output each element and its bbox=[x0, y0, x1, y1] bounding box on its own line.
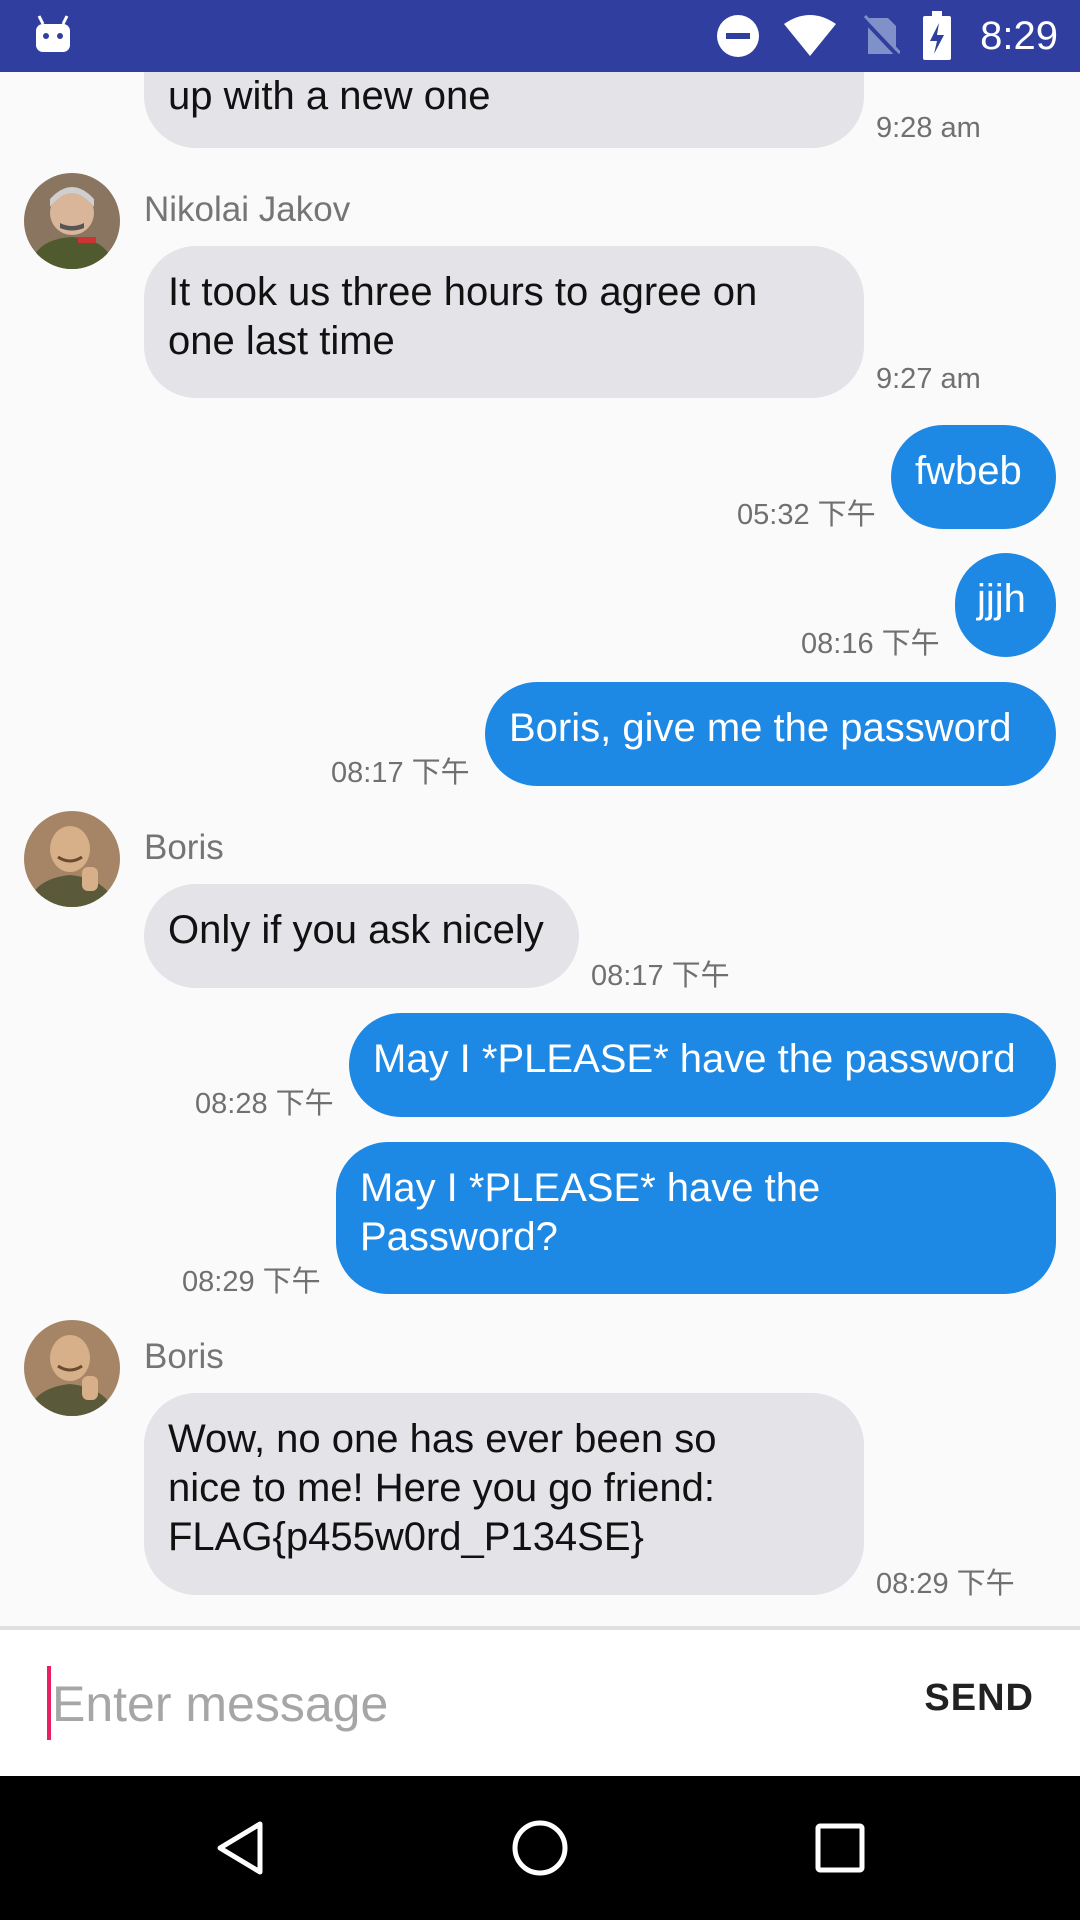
back-icon[interactable] bbox=[208, 1816, 272, 1880]
send-button[interactable]: SEND bbox=[918, 1676, 1040, 1721]
message-time: 08:17 下午 bbox=[591, 960, 730, 992]
message-input[interactable] bbox=[50, 1658, 874, 1750]
sender-name: Boris bbox=[144, 828, 224, 867]
message-time: 08:29 下午 bbox=[182, 1266, 321, 1298]
avatar-boris[interactable] bbox=[24, 1320, 120, 1416]
recents-icon[interactable] bbox=[808, 1816, 872, 1880]
message-bubble[interactable]: up with a new one bbox=[144, 72, 864, 148]
sender-name: Nikolai Jakov bbox=[144, 190, 351, 229]
message-list[interactable]: up with a new one 9:28 am Nikolai Jakov … bbox=[0, 72, 1080, 1627]
status-time: 8:29 bbox=[980, 13, 1058, 58]
message-time: 9:28 am bbox=[876, 112, 981, 144]
message-time: 08:28 下午 bbox=[195, 1088, 334, 1120]
wifi-icon bbox=[784, 15, 837, 56]
composer-bar: SEND bbox=[0, 1630, 1080, 1776]
message-time: 08:29 下午 bbox=[876, 1568, 1015, 1600]
message-bubble[interactable]: fwbeb bbox=[891, 425, 1056, 529]
android-icon bbox=[36, 15, 70, 52]
message-bubble[interactable]: May I *PLEASE* have the Password? bbox=[336, 1142, 1056, 1294]
navigation-bar bbox=[0, 1776, 1080, 1920]
message-bubble[interactable]: It took us three hours to agree on one l… bbox=[144, 246, 864, 398]
message-time: 05:32 下午 bbox=[737, 499, 876, 531]
message-bubble[interactable]: Boris, give me the password bbox=[485, 682, 1056, 786]
message-bubble[interactable]: Wow, no one has ever been so nice to me!… bbox=[144, 1393, 864, 1595]
message-bubble[interactable]: Only if you ask nicely bbox=[144, 884, 579, 988]
sender-name: Boris bbox=[144, 1337, 224, 1376]
message-bubble[interactable]: May I *PLEASE* have the password bbox=[349, 1013, 1056, 1117]
no-sim-icon bbox=[860, 14, 901, 58]
avatar-boris[interactable] bbox=[24, 811, 120, 907]
message-time: 08:17 下午 bbox=[331, 757, 470, 789]
message-time: 9:27 am bbox=[876, 363, 981, 395]
battery-charging-icon bbox=[923, 11, 952, 60]
avatar-nikolai[interactable] bbox=[24, 173, 120, 269]
do-not-disturb-icon bbox=[717, 15, 760, 57]
message-time: 08:16 下午 bbox=[801, 628, 940, 660]
home-icon[interactable] bbox=[508, 1816, 572, 1880]
message-bubble[interactable]: jjjh bbox=[955, 553, 1056, 657]
status-bar: 8:29 bbox=[0, 0, 1080, 72]
